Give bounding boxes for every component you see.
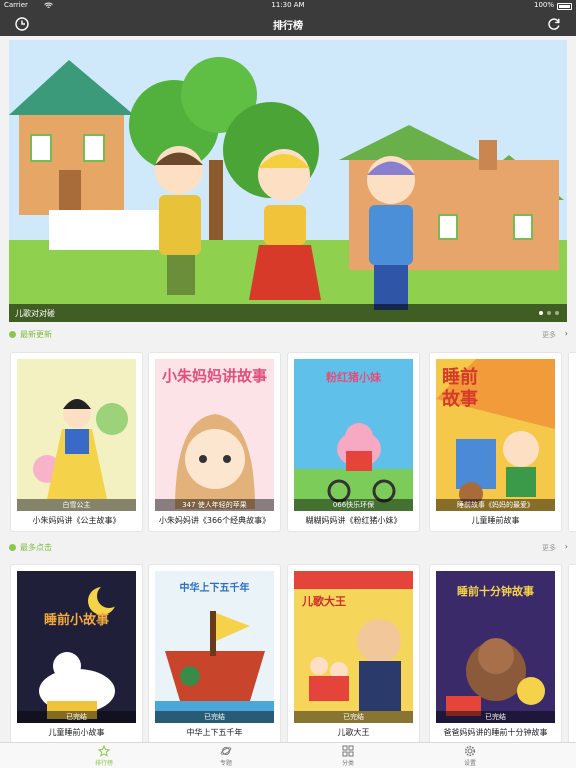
book-cover: 粉红猪小妹 066快乐环保 [294,359,413,511]
book-card[interactable]: 睡前小故事 已完结 儿童睡前小故事 [10,564,143,744]
book-title: 儿歌大王 [337,728,370,737]
planet-icon [220,747,232,755]
book-title: 小朱妈妈讲《366个经典故事》 [158,516,271,525]
carousel-dots[interactable] [539,311,559,315]
cover-caption: 已完结 [155,711,274,723]
section-bullet-icon [9,331,16,338]
cover-heading: 中华上下五千年 [179,583,250,594]
book-card[interactable]: 小朱妈妈讲故事 347 使人年轻的苹果 小朱妈妈讲《366个经典故事》 [148,352,281,532]
section-title: 最新更新 [20,330,52,339]
book-title: 儿童睡前故事 [471,516,520,525]
cover-caption: 已完结 [17,711,136,723]
book-cover: 白雪公主 [17,359,136,511]
tab-topics[interactable]: 专题 [196,745,256,767]
book-title: 糊糊妈妈讲《粉红猪小妹》 [305,516,402,525]
more-link[interactable]: 更多 [542,543,556,553]
book-cover: 儿歌大王 已完结 [294,571,413,723]
cover-caption: 白雪公主 [17,499,136,511]
carousel-dot[interactable] [547,311,551,315]
battery-label: 100% [533,1,554,9]
nav-bar: 排行榜 [0,12,576,36]
banner-carousel[interactable]: 儿歌对对碰 [9,40,567,322]
book-card[interactable]: 睡前十分钟故事 已完结 爸爸妈妈讲的睡前十分钟故事 [429,564,562,744]
cover-caption: 已完结 [436,711,555,723]
tab-label: 专题 [219,760,232,767]
section-header-latest: 最新更新 更多 › [0,327,576,343]
clock-label: 11:30 AM [271,1,305,9]
tab-categories[interactable]: 分类 [318,745,378,767]
page-title: 排行榜 [273,21,303,32]
tab-settings[interactable]: 设置 [440,745,500,767]
book-cover: 中华上下五千年 已完结 [155,571,274,723]
cover-heading: 睡前小故事 [43,613,109,628]
section-header-popular: 最多点击 更多 › [0,540,576,556]
book-cover: 小朱妈妈讲故事 347 使人年轻的苹果 [155,359,274,511]
book-card[interactable]: 粉红猪小妹 066快乐环保 糊糊妈妈讲《粉红猪小妹》 [287,352,420,532]
carousel-dot[interactable] [555,311,559,315]
section-bullet-icon [9,544,16,551]
cover-heading: 小朱妈妈讲故事 [161,367,267,385]
book-card[interactable]: 儿歌大王 已完结 儿歌大王 [287,564,420,744]
cover-heading: 睡前故事 [442,367,478,410]
book-cover: 睡前小故事 已完结 [17,571,136,723]
cover-caption: 睡前故事《妈妈的最爱》 [436,499,555,511]
section-title: 最多点击 [20,543,52,552]
gear-icon [464,745,476,757]
cover-caption: 347 使人年轻的苹果 [155,499,274,511]
tab-label: 设置 [463,760,476,767]
book-cover: 睡前故事 睡前故事《妈妈的最爱》 [436,359,555,511]
book-card-partial[interactable] [568,352,576,532]
cover-caption: 已完结 [294,711,413,723]
more-link[interactable]: 更多 [542,330,556,340]
book-title: 小朱妈妈讲《公主故事》 [32,516,121,525]
book-title: 爸爸妈妈讲的睡前十分钟故事 [443,728,548,737]
cover-heading: 粉红猪小妹 [326,371,381,384]
tab-ranking[interactable]: 排行榜 [74,745,134,767]
book-card-partial[interactable] [568,564,576,744]
banner-caption: 儿歌对对碰 [9,304,567,322]
cover-caption: 066快乐环保 [294,499,413,511]
book-title: 儿童睡前小故事 [48,728,105,737]
battery-icon [557,3,572,10]
grid-icon [342,745,354,757]
book-cover: 睡前十分钟故事 已完结 [436,571,555,723]
carousel-dot[interactable] [539,311,543,315]
book-card[interactable]: 白雪公主 小朱妈妈讲《公主故事》 [10,352,143,532]
banner-illustration [9,40,567,322]
chevron-right-icon[interactable]: › [565,542,568,551]
star-icon [98,745,110,757]
tab-label: 分类 [341,760,354,767]
cover-heading: 睡前十分钟故事 [457,585,534,598]
refresh-icon[interactable] [546,16,562,32]
status-bar: Carrier 11:30 AM 100% [0,0,576,12]
book-card[interactable]: 中华上下五千年 已完结 中华上下五千年 [148,564,281,744]
book-title: 中华上下五千年 [186,728,243,737]
chevron-right-icon[interactable]: › [565,329,568,338]
tab-bar: 排行榜 专题 分类 设置 [0,742,576,768]
book-card[interactable]: 睡前故事 睡前故事《妈妈的最爱》 儿童睡前故事 [429,352,562,532]
tab-label: 排行榜 [94,760,113,767]
cover-heading: 儿歌大王 [302,595,346,608]
